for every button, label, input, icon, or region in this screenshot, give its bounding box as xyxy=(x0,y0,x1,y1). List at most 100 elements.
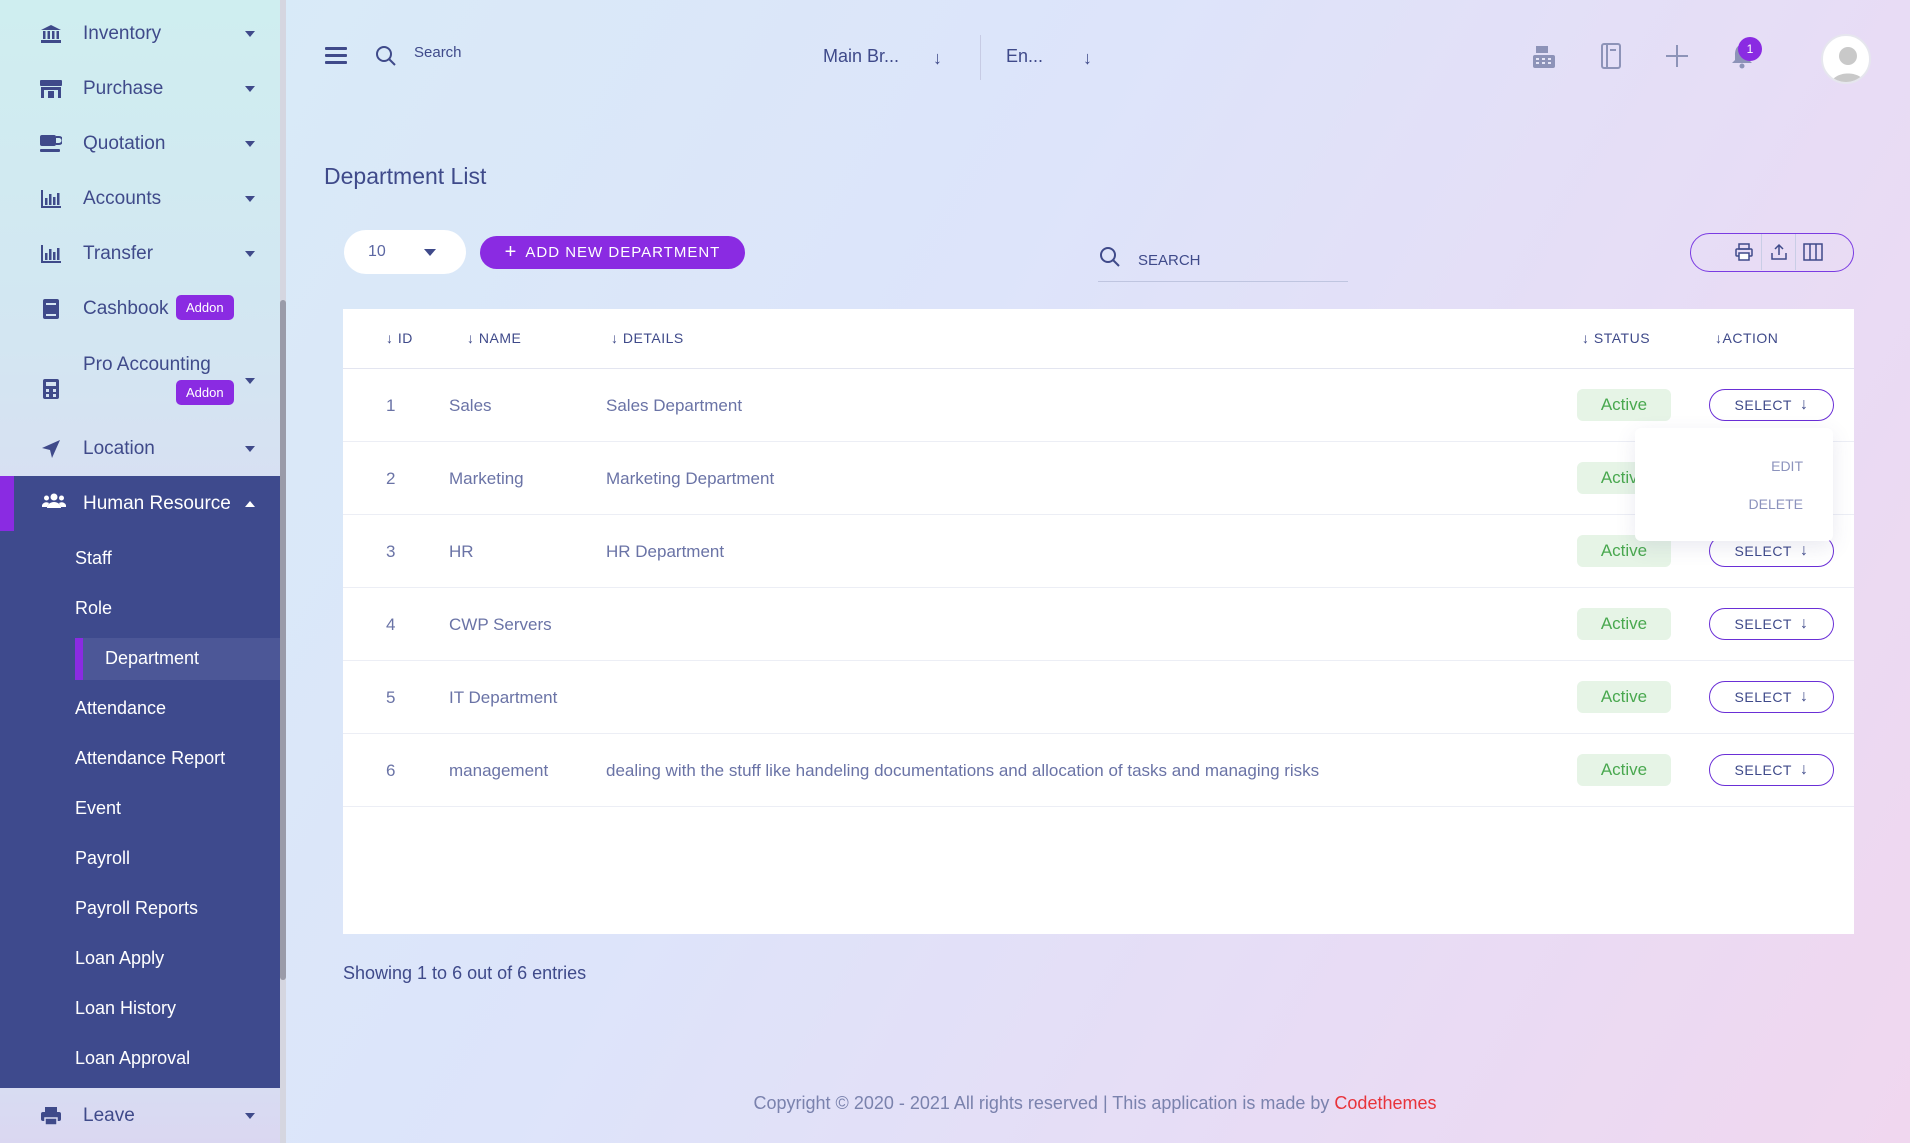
caret-down-icon xyxy=(424,249,436,256)
search-icon xyxy=(1098,245,1122,274)
edit-option[interactable]: EDIT xyxy=(1771,458,1803,474)
table-row: 1 Sales Sales Department Active SELECT ↓ xyxy=(343,369,1854,442)
sidebar-subitem-department[interactable]: Department xyxy=(75,638,280,680)
sidebar-subitem-loan-apply[interactable]: Loan Apply xyxy=(75,948,164,969)
table-tools xyxy=(1690,233,1854,272)
select-action-button[interactable]: SELECT ↓ xyxy=(1709,681,1834,713)
sidebar-item-transfer[interactable]: Transfer xyxy=(0,226,282,281)
arrow-down-icon: ↓ xyxy=(1799,688,1809,705)
table-row: 3 HR HR Department Active SELECT ↓ xyxy=(343,515,1854,588)
sidebar-item-pro-accounting[interactable]: Pro Accounting Addon xyxy=(0,346,282,416)
search-icon xyxy=(374,44,398,73)
branch-label: Main Br... xyxy=(823,46,900,66)
export-icon[interactable] xyxy=(1761,234,1795,270)
arrow-down-icon: ↓ xyxy=(1799,396,1809,413)
sidebar: Inventory Purchase Quotation Accounts Tr… xyxy=(0,0,282,1143)
column-header-status[interactable]: ↓ STATUS xyxy=(1582,330,1650,346)
sidebar-subitem-attendance[interactable]: Attendance xyxy=(75,698,166,719)
cell-details: Sales Department xyxy=(606,396,743,415)
sidebar-subitem-event[interactable]: Event xyxy=(75,798,121,819)
page-title: Department List xyxy=(324,163,487,189)
select-action-button[interactable]: SELECT ↓ xyxy=(1709,389,1834,421)
chevron-down-icon xyxy=(245,195,255,202)
add-new-department-button[interactable]: + ADD NEW DEPARTMENT xyxy=(480,236,745,269)
divider xyxy=(980,35,981,80)
select-action-button[interactable]: SELECT ↓ xyxy=(1709,608,1834,640)
addon-badge: Addon xyxy=(176,295,234,320)
per-page-value: 10 xyxy=(368,243,386,260)
sidebar-subitem-payroll-reports[interactable]: Payroll Reports xyxy=(75,898,198,919)
column-header-id[interactable]: ↓ ID xyxy=(386,330,413,346)
store-icon xyxy=(40,78,62,100)
sidebar-item-accounts[interactable]: Accounts xyxy=(0,171,282,226)
sidebar-item-label: Pro Accounting xyxy=(83,354,211,375)
calculator-icon xyxy=(40,378,62,400)
table-row: 5 IT Department Active SELECT ↓ xyxy=(343,661,1854,734)
branch-dropdown[interactable]: Main Br... ↓ xyxy=(823,46,942,68)
sidebar-item-label: Transfer xyxy=(83,242,154,264)
sidebar-item-label: Purchase xyxy=(83,77,164,99)
columns-icon[interactable] xyxy=(1795,234,1829,270)
search-input[interactable] xyxy=(414,44,614,61)
chart-icon xyxy=(40,188,62,210)
sidebar-subitem-attendance-report[interactable]: Attendance Report xyxy=(75,748,225,769)
sidebar-subitem-role[interactable]: Role xyxy=(75,598,112,619)
sidebar-item-label: Inventory xyxy=(83,22,162,44)
location-arrow-icon xyxy=(40,438,62,460)
coffee-icon xyxy=(40,133,62,155)
sidebar-item-human-resource[interactable]: Human Resource xyxy=(0,476,282,531)
arrow-down-icon: ↓ xyxy=(1083,48,1092,68)
chart-icon xyxy=(40,243,62,265)
sidebar-item-location[interactable]: Location xyxy=(0,421,282,476)
table-row: 2 Marketing Marketing Department Active xyxy=(343,442,1854,515)
book-icon xyxy=(40,298,62,320)
active-indicator xyxy=(75,638,83,680)
status-badge: Active xyxy=(1577,608,1671,640)
cell-name: IT Department xyxy=(449,688,558,707)
cell-id: 3 xyxy=(386,542,396,561)
cell-name: management xyxy=(449,761,549,780)
arrow-down-icon: ↓ xyxy=(1799,542,1809,559)
addon-badge: Addon xyxy=(176,380,234,405)
chevron-down-icon xyxy=(245,378,255,384)
sidebar-item-quotation[interactable]: Quotation xyxy=(0,116,282,171)
delete-option[interactable]: DELETE xyxy=(1749,496,1803,512)
sidebar-item-label: Location xyxy=(83,437,155,459)
cell-name: Marketing xyxy=(449,469,524,488)
column-header-details[interactable]: ↓ DETAILS xyxy=(611,330,684,346)
select-action-button[interactable]: SELECT ↓ xyxy=(1709,754,1834,786)
arrow-down-icon: ↓ xyxy=(1799,615,1809,632)
sidebar-scrollbar[interactable] xyxy=(280,0,286,1143)
sidebar-subitem-payroll[interactable]: Payroll xyxy=(75,848,130,869)
plus-icon: + xyxy=(504,241,518,263)
sidebar-subitem-loan-history[interactable]: Loan History xyxy=(75,998,176,1019)
sidebar-subitem-loan-approval[interactable]: Loan Approval xyxy=(75,1048,190,1069)
sidebar-item-cashbook[interactable]: Cashbook Addon xyxy=(0,281,282,336)
plus-icon[interactable] xyxy=(1663,42,1691,70)
table-search-input[interactable] xyxy=(1098,240,1348,282)
cell-details: HR Department xyxy=(606,542,725,561)
action-dropdown-menu: EDIT DELETE xyxy=(1635,428,1833,541)
hamburger-menu-icon[interactable] xyxy=(325,47,347,64)
sidebar-item-inventory[interactable]: Inventory xyxy=(0,6,282,61)
cell-details: Marketing Department xyxy=(606,469,775,488)
column-header-action[interactable]: ↓ACTION xyxy=(1715,330,1778,346)
scrollbar-thumb[interactable] xyxy=(280,300,286,980)
sidebar-subitem-staff[interactable]: Staff xyxy=(75,548,112,569)
chevron-up-icon xyxy=(245,500,255,507)
status-badge: Active xyxy=(1577,389,1671,421)
per-page-select[interactable]: 10 xyxy=(344,230,466,274)
notebook-icon[interactable] xyxy=(1597,42,1625,70)
footer-brand-link[interactable]: Codethemes xyxy=(1334,1093,1436,1113)
sidebar-item-purchase[interactable]: Purchase xyxy=(0,61,282,116)
cash-register-icon[interactable] xyxy=(1530,42,1558,70)
column-header-name[interactable]: ↓ NAME xyxy=(467,330,521,346)
active-indicator xyxy=(0,476,14,531)
avatar[interactable] xyxy=(1821,34,1871,84)
status-badge: Active xyxy=(1577,754,1671,786)
chevron-down-icon xyxy=(245,250,255,257)
language-dropdown[interactable]: En... ↓ xyxy=(1006,46,1092,68)
print-icon[interactable] xyxy=(1727,234,1761,270)
add-button-label: ADD NEW DEPARTMENT xyxy=(525,244,721,261)
sidebar-subitem-label: Department xyxy=(105,648,200,668)
